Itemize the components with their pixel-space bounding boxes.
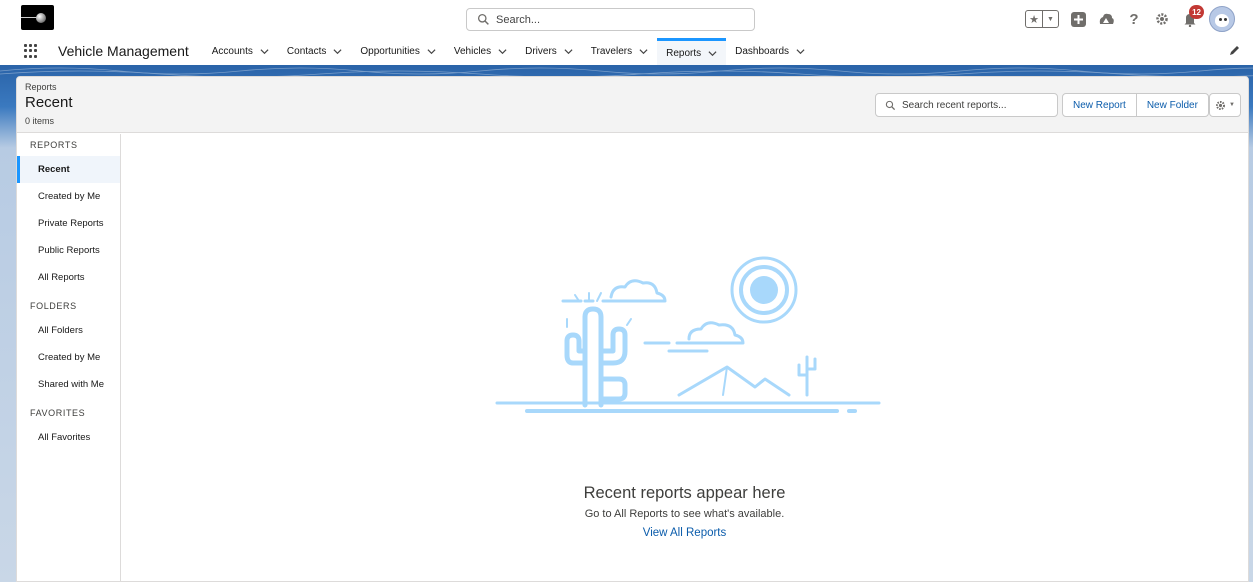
favorites-chevron-down-icon[interactable]: ▼ [1042, 11, 1058, 27]
setup-gear-icon[interactable] [1153, 10, 1171, 28]
org-logo[interactable] [21, 5, 54, 30]
new-folder-button[interactable]: New Folder [1135, 94, 1208, 116]
page-header: Reports Recent 0 items Search recent rep… [17, 77, 1248, 133]
nav-tab-label: Vehicles [453, 46, 492, 57]
search-recent-reports-placeholder: Search recent reports... [902, 99, 1007, 111]
page-title: Recent [25, 94, 73, 111]
sidebar-item-created-by-me[interactable]: Created by Me [17, 183, 120, 210]
chevron-down-icon[interactable] [639, 47, 648, 56]
new-report-button[interactable]: New Report [1063, 94, 1136, 116]
sidebar-item-all-reports[interactable]: All Reports [17, 264, 120, 291]
reports-panel: Reports Recent 0 items Search recent rep… [16, 76, 1249, 582]
nav-tab-label: Travelers [590, 46, 633, 57]
chevron-down-icon[interactable] [333, 47, 342, 56]
app-launcher-waffle-icon[interactable] [24, 44, 38, 58]
trailhead-icon[interactable] [1097, 10, 1115, 28]
nav-tab-label: Dashboards [735, 46, 790, 57]
chevron-down-icon[interactable] [427, 47, 436, 56]
header-button-group: New Report New Folder [1062, 93, 1209, 117]
chevron-down-icon[interactable] [708, 49, 717, 58]
favorites-button-group: ★ ▼ [1025, 10, 1059, 28]
app-name: Vehicle Management [58, 43, 189, 59]
nav-tab-label: Opportunities [360, 46, 420, 57]
sidebar-item-public-reports[interactable]: Public Reports [17, 237, 120, 264]
view-all-reports-link[interactable]: View All Reports [121, 527, 1248, 539]
desert-illustration [495, 256, 881, 413]
nav-tab-label: Reports [666, 47, 702, 59]
edit-nav-pencil-icon[interactable] [1229, 44, 1241, 56]
nav-tab-label: Contacts [286, 46, 327, 57]
search-icon [885, 100, 896, 110]
caret-down-icon: ▼ [1229, 102, 1235, 108]
search-icon [477, 13, 489, 25]
chevron-down-icon[interactable] [564, 47, 573, 56]
sidebar-item-all-favorites[interactable]: All Favorites [17, 424, 120, 451]
chevron-down-icon[interactable] [260, 47, 269, 56]
help-icon[interactable]: ? [1125, 10, 1143, 28]
nav-tab-label: Drivers [525, 46, 557, 57]
nav-tab-accounts[interactable]: Accounts [203, 38, 278, 65]
section-heading-favorites: FAVORITES [30, 408, 86, 418]
nav-tab-drivers[interactable]: Drivers [516, 38, 582, 65]
sidebar-item-all-folders[interactable]: All Folders [17, 317, 120, 344]
nav-tab-contacts[interactable]: Contacts [278, 38, 351, 65]
object-label: Reports [25, 82, 57, 92]
nav-tab-vehicles[interactable]: Vehicles [445, 38, 516, 65]
sidebar-item-shared-with-me[interactable]: Shared with Me [17, 371, 120, 398]
app-nav-bar: Vehicle Management Accounts Contacts Opp… [0, 38, 1253, 65]
sidebar-item-recent[interactable]: Recent [17, 156, 120, 183]
chevron-down-icon[interactable] [796, 47, 805, 56]
sidebar-item-folders-created-by-me[interactable]: Created by Me [17, 344, 120, 371]
settings-menu-button[interactable]: ▼ [1209, 93, 1241, 117]
global-header: Search... ★ ▼ ? 12 [0, 0, 1253, 38]
user-avatar[interactable] [1209, 6, 1235, 32]
notification-count-badge: 12 [1189, 5, 1204, 19]
header-tools: ★ ▼ ? 12 [1025, 5, 1235, 33]
nav-tab-dashboards[interactable]: Dashboards [726, 38, 814, 65]
chevron-down-icon[interactable] [498, 47, 507, 56]
search-recent-reports-input[interactable]: Search recent reports... [875, 93, 1058, 117]
global-search-input[interactable]: Search... [466, 8, 755, 31]
sidebar-item-private-reports[interactable]: Private Reports [17, 210, 120, 237]
nav-tab-opportunities[interactable]: Opportunities [351, 38, 444, 65]
nav-tab-reports[interactable]: Reports [657, 38, 727, 65]
reports-sidebar: REPORTS Recent Created by Me Private Rep… [17, 134, 121, 581]
empty-state-subtitle: Go to All Reports to see what's availabl… [584, 508, 785, 520]
nav-tab-travelers[interactable]: Travelers [582, 38, 657, 65]
empty-state-title: Recent reports appear here [583, 484, 786, 502]
section-heading-reports: REPORTS [30, 140, 78, 150]
nav-tab-label: Accounts [211, 46, 253, 57]
section-heading-folders: FOLDERS [30, 301, 77, 311]
global-actions-plus-icon[interactable] [1069, 10, 1087, 28]
item-count: 0 items [25, 116, 55, 126]
notifications-bell-icon[interactable]: 12 [1181, 5, 1204, 28]
global-search-placeholder: Search... [496, 13, 541, 26]
star-icon[interactable]: ★ [1026, 11, 1042, 27]
gear-icon [1215, 100, 1226, 110]
